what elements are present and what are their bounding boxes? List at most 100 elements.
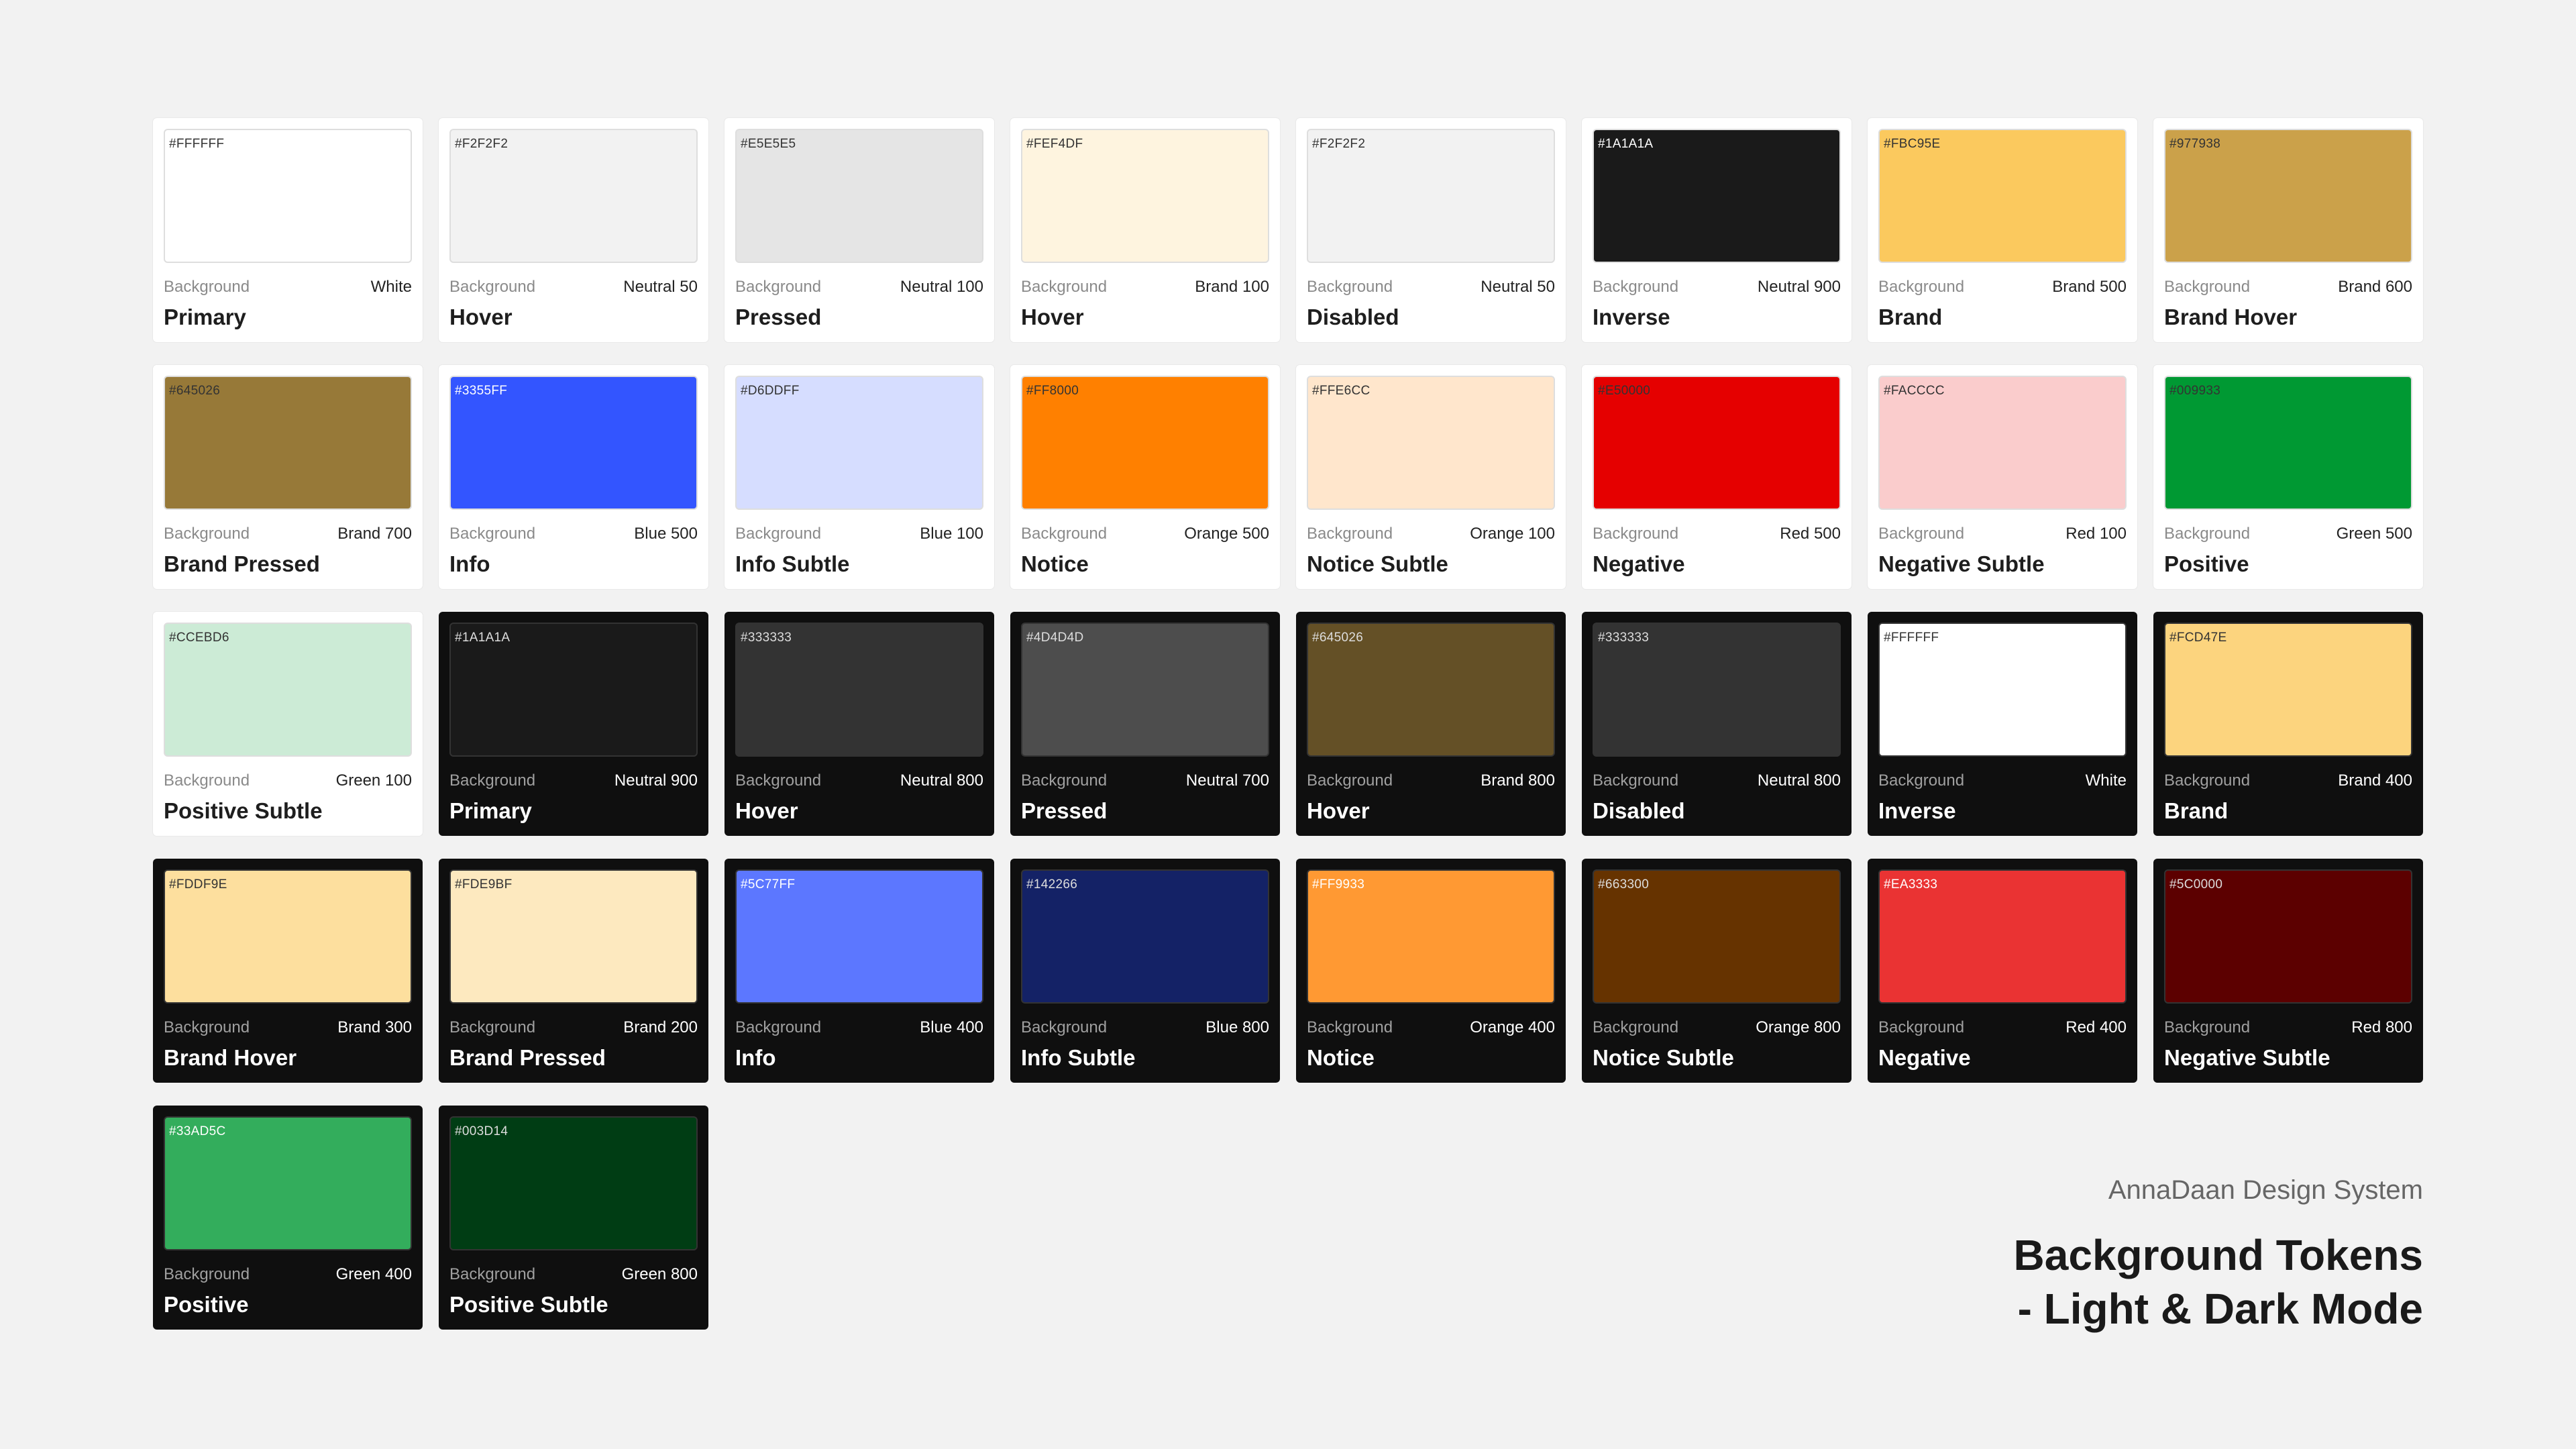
token-scale: Neutral 800	[900, 771, 983, 790]
token-meta: Background Brand 200	[449, 1018, 698, 1037]
color-swatch: #977938	[2164, 129, 2412, 263]
color-swatch: #33AD5C	[164, 1116, 412, 1250]
hex-label: #1A1A1A	[455, 631, 511, 645]
color-swatch: #5C77FF	[735, 869, 983, 1004]
token-scale: Orange 800	[1756, 1018, 1841, 1036]
token-name: Brand	[1878, 305, 1943, 329]
color-swatch: #4D4D4D	[1021, 623, 1269, 757]
token-name: Info	[449, 551, 490, 576]
token-card: #33AD5C Background Green 400 Positive	[153, 1106, 423, 1330]
token-card: #FFFFFF Background White Primary	[153, 118, 423, 342]
token-card: #EA3333 Background Red 400 Negative	[1868, 859, 2137, 1083]
token-meta: Background Orange 800	[1593, 1018, 1841, 1037]
token-scale: Neutral 900	[1757, 278, 1841, 296]
hex-label: #5C77FF	[741, 877, 796, 892]
token-category: Background	[1593, 278, 1679, 296]
token-card: #009933 Background Green 500 Positive	[2153, 365, 2423, 589]
hex-label: #333333	[1598, 631, 1650, 645]
token-scale: Green 100	[335, 771, 412, 790]
token-category: Background	[1593, 525, 1679, 543]
token-scale: Neutral 800	[1757, 771, 1841, 790]
token-name: Info Subtle	[1021, 1045, 1136, 1070]
token-category: Background	[735, 278, 822, 296]
token-name: Positive	[164, 1292, 249, 1317]
color-swatch: #FFE6CC	[1307, 376, 1555, 510]
color-swatch: #3355FF	[449, 376, 698, 510]
token-category: Background	[164, 525, 250, 543]
token-name: Hover	[1307, 798, 1370, 823]
token-card: #FF8000 Background Orange 500 Notice	[1010, 365, 1280, 589]
token-name: Primary	[164, 305, 246, 329]
token-meta: Background White	[1878, 771, 2127, 790]
token-meta: Background Neutral 900	[449, 771, 698, 790]
token-meta: Background Green 500	[2164, 525, 2412, 543]
token-card: #FACCCC Background Red 100 Negative Subtle	[1868, 365, 2137, 589]
color-swatch: #1A1A1A	[1593, 129, 1841, 263]
token-category: Background	[2164, 771, 2251, 790]
footer: AnnaDaan Design System Background Tokens…	[2014, 1175, 2423, 1336]
color-swatch: #FACCCC	[1878, 376, 2127, 510]
token-category: Background	[164, 278, 250, 296]
token-category: Background	[1878, 771, 1965, 790]
token-name: Negative Subtle	[1878, 551, 2045, 576]
color-swatch: #FCD47E	[2164, 623, 2412, 757]
token-name: Positive Subtle	[449, 1292, 608, 1317]
token-name: Disabled	[1307, 305, 1399, 329]
token-card: #E50000 Background Red 500 Negative	[1582, 365, 1851, 589]
hex-label: #FF8000	[1026, 384, 1079, 398]
token-meta: Background Neutral 50	[449, 278, 698, 297]
token-scale: Brand 400	[2338, 771, 2412, 790]
token-scale: Red 800	[2351, 1018, 2412, 1036]
token-meta: Background Green 800	[449, 1265, 698, 1284]
token-name: Primary	[449, 798, 532, 823]
token-name: Info Subtle	[735, 551, 850, 576]
token-category: Background	[735, 525, 822, 543]
token-meta: Background Red 400	[1878, 1018, 2127, 1037]
token-category: Background	[2164, 1018, 2251, 1036]
token-meta: Background Green 100	[164, 771, 412, 790]
token-category: Background	[1307, 1018, 1393, 1036]
token-card: #FFFFFF Background White Inverse	[1868, 612, 2137, 836]
token-category: Background	[1021, 1018, 1108, 1036]
hex-label: #FDDF9E	[169, 877, 227, 892]
token-card: #4D4D4D Background Neutral 700 Pressed	[1010, 612, 1280, 836]
token-scale: Red 400	[2065, 1018, 2127, 1036]
hex-label: #33AD5C	[169, 1124, 226, 1138]
token-name: Negative Subtle	[2164, 1045, 2330, 1070]
color-swatch: #003D14	[449, 1116, 698, 1250]
token-category: Background	[1021, 525, 1108, 543]
token-category: Background	[1593, 771, 1679, 790]
token-card: #F2F2F2 Background Neutral 50 Disabled	[1296, 118, 1566, 342]
token-category: Background	[1878, 525, 1965, 543]
hex-label: #E5E5E5	[741, 137, 796, 151]
token-name: Notice	[1307, 1045, 1375, 1070]
token-scale: White	[2085, 771, 2127, 790]
token-name: Disabled	[1593, 798, 1685, 823]
token-meta: Background Brand 800	[1307, 771, 1555, 790]
token-name: Pressed	[1021, 798, 1108, 823]
token-scale: Blue 100	[920, 525, 983, 543]
token-card: #3355FF Background Blue 500 Info	[439, 365, 708, 589]
color-swatch: #D6DDFF	[735, 376, 983, 510]
token-meta: Background Neutral 700	[1021, 771, 1269, 790]
hex-label: #FEF4DF	[1026, 137, 1083, 151]
token-card: #645026 Background Brand 800 Hover	[1296, 612, 1566, 836]
token-card: #FBC95E Background Brand 500 Brand	[1868, 118, 2137, 342]
token-name: Brand	[2164, 798, 2229, 823]
token-meta: Background Orange 500	[1021, 525, 1269, 543]
token-scale: Orange 500	[1184, 525, 1269, 543]
token-category: Background	[1307, 278, 1393, 296]
token-meta: Background Red 500	[1593, 525, 1841, 543]
token-card: #003D14 Background Green 800 Positive Subtl…	[439, 1106, 708, 1330]
token-category: Background	[1307, 525, 1393, 543]
token-name: Info	[735, 1045, 776, 1070]
token-scale: Brand 200	[623, 1018, 698, 1036]
token-scale: Brand 100	[1195, 278, 1269, 296]
token-meta: Background Brand 500	[1878, 278, 2127, 297]
token-card: #FDDF9E Background Brand 300 Brand Hover	[153, 859, 423, 1083]
token-meta: Background Neutral 50	[1307, 278, 1555, 297]
token-meta: Background White	[164, 278, 412, 297]
token-scale: Brand 700	[337, 525, 412, 543]
token-scale: Blue 500	[634, 525, 698, 543]
token-meta: Background Brand 300	[164, 1018, 412, 1037]
